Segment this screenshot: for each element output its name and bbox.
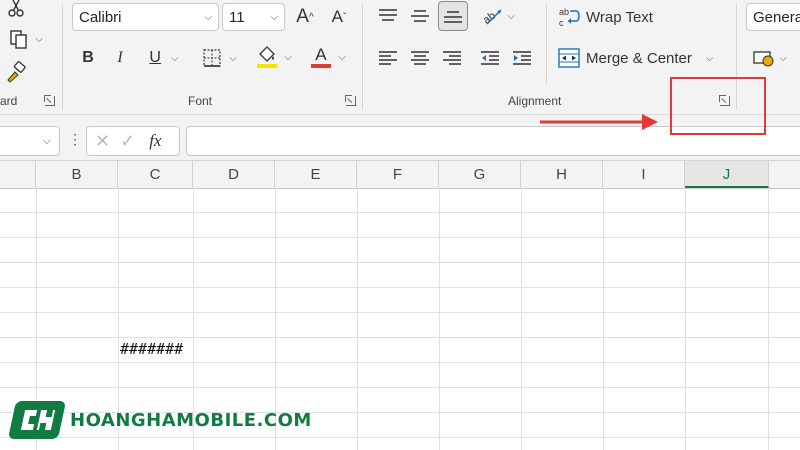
borders-icon [203,49,221,67]
format-painter-button[interactable] [4,60,28,84]
shrink-font-icon: A [331,7,343,26]
wrap-text-label: Wrap Text [586,8,653,26]
font-color-icon: A [310,45,332,69]
italic-icon: I [117,49,123,66]
column-header[interactable]: H [521,161,603,188]
chevron-down-icon[interactable]: ⌵ [706,53,714,64]
column-header-partial[interactable] [0,161,36,188]
underline-button[interactable]: U ⌵ [140,46,188,70]
align-left-button[interactable] [376,47,400,69]
wrap-text-icon: ab c [559,7,580,28]
orientation-button[interactable]: ab ⌵ [478,4,518,28]
scissors-icon [8,0,24,17]
column-header-selected[interactable]: J [685,161,769,188]
chevron-down-icon[interactable]: ⌵ [43,135,51,148]
top-align-button[interactable] [376,5,400,27]
cut-button[interactable] [4,0,28,18]
chevron-down-icon[interactable]: ⌵ [270,12,278,23]
chevron-down-icon[interactable]: ⌵ [204,12,212,23]
increase-indent-icon [513,51,531,65]
align-right-button[interactable] [440,47,464,69]
name-box[interactable]: ⌵ [0,126,60,156]
group-separator [362,4,363,110]
column-header[interactable]: I [603,161,685,188]
bold-button[interactable]: B [76,46,100,70]
chevron-down-icon[interactable]: ⌵ [229,53,237,64]
bold-icon: B [82,49,94,66]
clipboard-launcher-icon[interactable] [44,95,55,106]
number-format-combo[interactable]: General [746,3,800,31]
chevron-down-icon[interactable]: ⌵ [779,53,787,64]
svg-text:ab: ab [559,7,569,17]
chevron-down-icon[interactable]: ⌵ [171,53,179,64]
font-group-label: Font [188,94,213,108]
column-header[interactable]: C [118,161,193,188]
align-center-button[interactable] [408,47,432,69]
paint-bucket-icon [257,46,278,68]
decrease-indent-icon [481,51,499,65]
bottom-align-button[interactable] [438,1,468,31]
insert-function-button[interactable]: fx [149,131,161,151]
column-header[interactable]: G [439,161,521,188]
watermark-logo: HOANGHAMOBILE.COM [7,400,312,440]
annotation-arrow-icon [540,114,658,130]
align-middle-icon [411,10,429,22]
clipboard-group-label: ard [0,94,18,108]
borders-button[interactable]: ⌵ [196,46,244,70]
column-header[interactable]: F [357,161,439,188]
group-separator [546,4,547,84]
middle-align-button[interactable] [408,5,432,27]
fill-color-button[interactable]: ⌵ [252,44,296,70]
cancel-icon[interactable]: ✕ [95,131,110,152]
font-size-value: 11 [229,8,245,26]
text-orientation-icon: ab [481,9,502,26]
formula-buttons: ✕ ✓ fx [86,126,180,156]
align-right-icon [443,51,461,65]
accounting-icon [753,51,774,67]
chevron-down-icon[interactable]: ⌵ [284,52,292,63]
accounting-format-button[interactable]: ⌵ [750,46,790,70]
merge-center-label: Merge & Center [586,49,692,67]
chevron-down-icon: ⌵ [35,33,43,45]
svg-text:ab: ab [481,10,498,26]
font-color-button[interactable]: A ⌵ [306,44,350,70]
paintbrush-icon [7,61,26,83]
wrap-text-button[interactable]: ab c Wrap Text [558,5,653,29]
chevron-down-icon[interactable]: ⌵ [507,11,515,22]
align-top-icon [379,9,397,21]
font-family-value: Calibri [79,8,122,26]
cell-c7-value[interactable]: ####### [120,340,183,358]
annotation-highlight-box [670,77,766,135]
alignment-group-label: Alignment [508,94,562,108]
font-size-combo[interactable]: 11 ⌵ [222,3,285,31]
merge-center-icon [558,48,580,68]
formula-bar-grip-icon[interactable]: ⋮ [68,131,82,147]
font-launcher-icon[interactable] [345,95,356,106]
italic-button[interactable]: I [108,46,132,70]
shrink-font-button[interactable]: Aˇ [326,5,352,29]
column-header[interactable]: D [193,161,275,188]
number-format-value: General [753,8,800,26]
grow-font-button[interactable]: A ^ [292,5,318,29]
increase-indent-button[interactable] [510,47,534,69]
copy-button[interactable]: ⌵ [4,28,48,50]
svg-text:c: c [559,18,564,28]
copy-icon [10,30,27,49]
merge-center-button[interactable]: Merge & Center ⌵ [558,46,713,70]
column-header[interactable]: B [36,161,118,188]
chevron-down-icon[interactable]: ⌵ [338,52,346,63]
group-separator [62,4,63,110]
watermark-text: HOANGHAMOBILE.COM [70,409,312,431]
font-family-combo[interactable]: Calibri ⌵ [72,3,219,31]
align-center-icon [411,51,429,65]
align-bottom-icon [444,11,462,23]
column-header[interactable]: E [275,161,357,188]
logo-mark-icon [7,401,67,439]
enter-icon[interactable]: ✓ [120,131,135,152]
align-left-icon [379,51,397,65]
decrease-indent-button[interactable] [478,47,502,69]
grow-font-icon: A [296,6,309,27]
column-headers: B C D E F G H I J [0,160,800,189]
underline-icon: U [149,49,161,66]
